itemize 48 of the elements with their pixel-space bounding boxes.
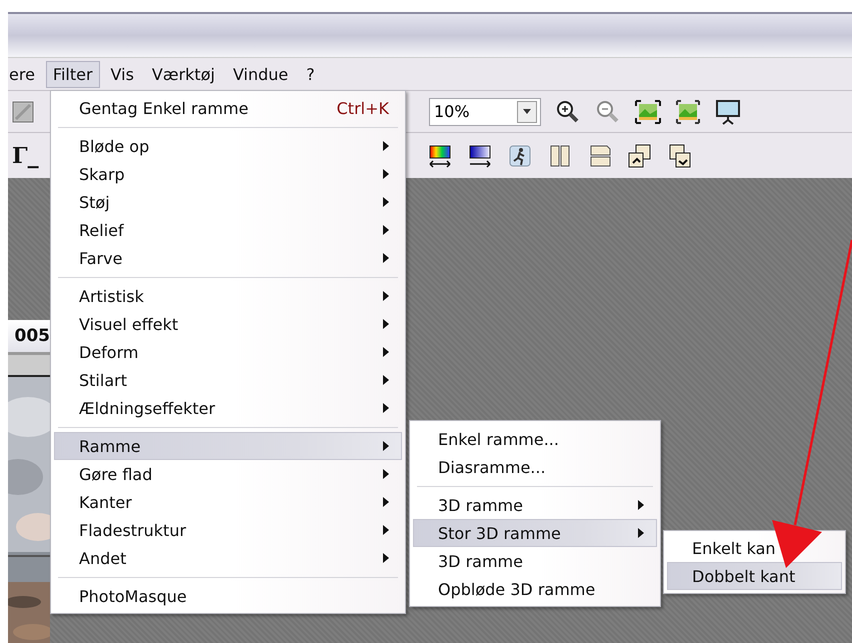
menu-item[interactable]: Enkel ramme... [413, 425, 657, 453]
menu-item[interactable]: Ældningseffekter [54, 394, 402, 422]
projector-screen-icon[interactable] [715, 98, 741, 124]
menu-item[interactable]: Andet [54, 544, 402, 572]
menu-item[interactable]: Kanter [54, 488, 402, 516]
menu-title[interactable]: Værktøj [144, 60, 222, 88]
menu-item[interactable]: 3D ramme [413, 491, 657, 519]
menu-title[interactable]: Filter [46, 60, 100, 88]
menu-item[interactable]: Enkelt kan [667, 534, 842, 562]
pattern-icon[interactable] [12, 100, 34, 122]
zoom-out-icon[interactable] [595, 98, 621, 124]
menu-item[interactable]: Stor 3D ramme [413, 519, 657, 547]
menu-item[interactable]: Bløde op [54, 132, 402, 160]
document-title: 005 [8, 320, 50, 355]
menu-item[interactable]: Fladestruktur [54, 516, 402, 544]
shortcut-label: Ctrl+K [336, 98, 389, 118]
menu-item[interactable]: Gentag Enkel ramme Ctrl+K [54, 94, 402, 122]
menu-item[interactable]: Ramme [54, 432, 402, 460]
menu-item[interactable]: Farve [54, 244, 402, 272]
gradient-icon[interactable] [466, 142, 493, 168]
zoom-in-icon[interactable] [555, 98, 581, 124]
spectrum-icon[interactable] [426, 142, 453, 168]
menu-item[interactable]: Visuel effekt [54, 310, 402, 338]
menu-item[interactable]: PhotoMasque [54, 582, 402, 610]
menu-item[interactable]: Støj [54, 188, 402, 216]
menu-item[interactable]: Gøre flad [54, 460, 402, 488]
toolbar-glyph[interactable]: Γ_ [12, 142, 39, 168]
zoom-field[interactable]: 10% [429, 98, 541, 126]
running-figure-icon[interactable] [506, 142, 533, 168]
menu-item[interactable]: Deform [54, 338, 402, 366]
menu-title[interactable]: ? [299, 60, 322, 88]
menu-item[interactable]: Relief [54, 216, 402, 244]
image-fit-icon[interactable] [635, 98, 661, 124]
menu-item[interactable]: Opbløde 3D ramme [413, 575, 657, 603]
menu-title[interactable]: Vindue [226, 60, 296, 88]
menu-title[interactable]: Vis [104, 60, 141, 88]
menu-item[interactable]: Diasramme... [413, 453, 657, 481]
image-icon[interactable] [675, 98, 701, 124]
document-toolbar [8, 355, 50, 377]
menu-item[interactable]: Dobbelt kant [667, 562, 842, 590]
photos-stack-icon[interactable] [626, 142, 653, 168]
menu-item[interactable]: Stilart [54, 366, 402, 394]
dropdown-icon[interactable] [517, 100, 537, 122]
photos-stack-icon[interactable] [666, 142, 693, 168]
menu-item[interactable]: Skarp [54, 160, 402, 188]
menu-item[interactable]: Artistisk [54, 282, 402, 310]
menu-item[interactable]: 3D ramme [413, 547, 657, 575]
menu-title[interactable]: ere [8, 60, 42, 88]
